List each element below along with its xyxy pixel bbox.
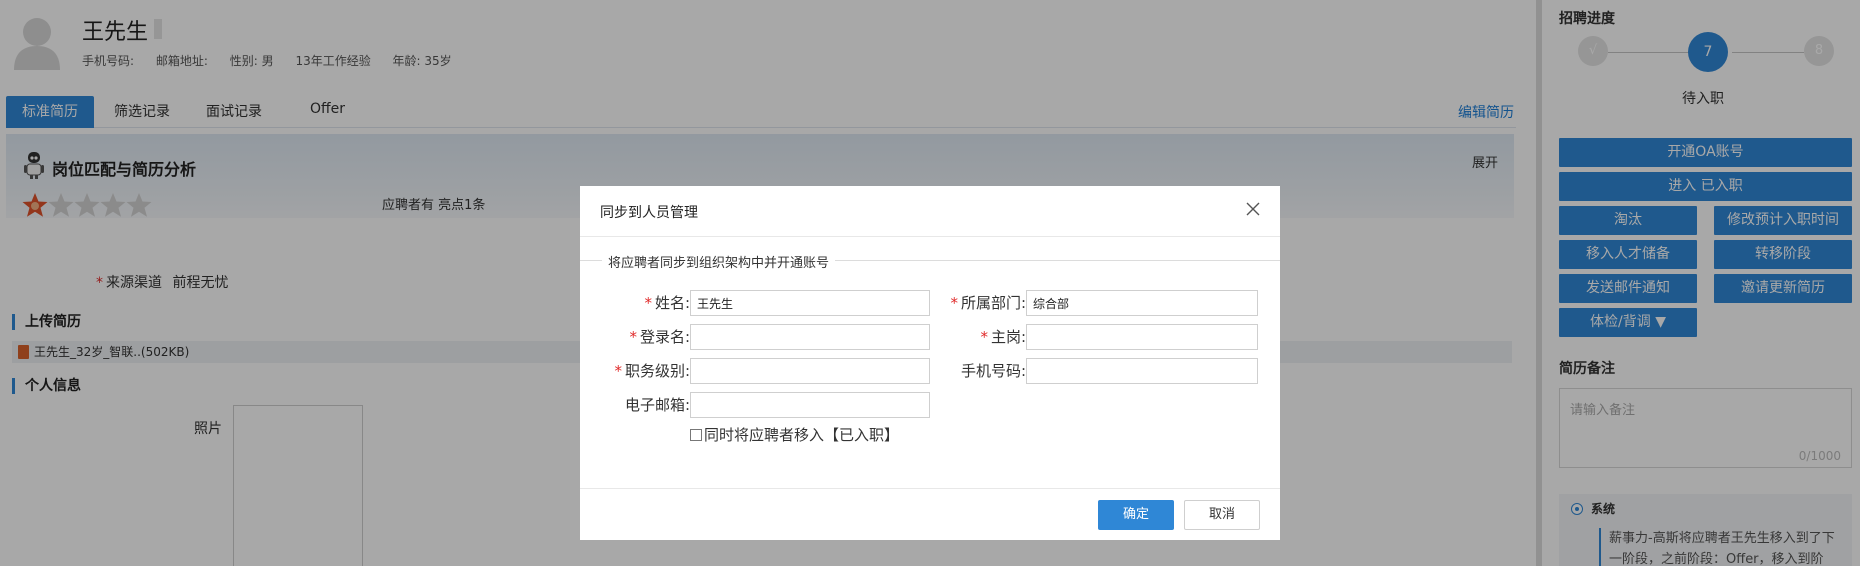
post-field[interactable] — [1026, 324, 1258, 350]
name-label: * 姓名: — [580, 292, 690, 313]
name-label-text: 姓名: — [654, 294, 690, 312]
phone-label-text: 手机号码: — [960, 362, 1026, 380]
move-onboarded-label[interactable]: 同时将应聘者移入【已入职】 — [704, 426, 899, 444]
email-label-text: 电子邮箱: — [624, 396, 690, 414]
post-label: * 主岗: — [916, 326, 1026, 347]
dept-field[interactable] — [1026, 290, 1258, 316]
required-asterisk: * — [980, 328, 988, 346]
required-asterisk: * — [614, 362, 622, 380]
page: 王先生 手机号码: 邮箱地址: 性别: 男 13年工作经验 年龄: 35岁 标准… — [0, 0, 1860, 566]
login-label: * 登录名: — [580, 326, 690, 347]
email-field[interactable] — [690, 392, 930, 418]
required-asterisk: * — [629, 328, 637, 346]
move-onboarded-checkbox[interactable] — [690, 429, 702, 441]
rank-label-text: 职务级别: — [624, 362, 690, 380]
dialog-divider — [580, 236, 1280, 237]
login-field[interactable] — [690, 324, 930, 350]
footer-divider — [580, 488, 1280, 489]
required-asterisk: * — [950, 294, 958, 312]
required-asterisk: * — [644, 294, 652, 312]
move-onboarded-option[interactable]: 同时将应聘者移入【已入职】 — [690, 424, 899, 445]
login-label-text: 登录名: — [639, 328, 690, 346]
dept-label-text: 所属部门: — [960, 294, 1026, 312]
phone-label: 手机号码: — [916, 360, 1026, 381]
dept-label: * 所属部门: — [916, 292, 1026, 313]
phone-field[interactable] — [1026, 358, 1258, 384]
sync-dialog: 同步到人员管理 将应聘者同步到组织架构中并开通账号 *姓名: *登录名: *职务… — [580, 186, 1280, 540]
confirm-button[interactable]: 确定 — [1098, 500, 1174, 530]
close-icon[interactable] — [1244, 200, 1262, 218]
rank-label: * 职务级别: — [580, 360, 690, 381]
rank-field[interactable] — [690, 358, 930, 384]
dialog-title: 同步到人员管理 — [600, 205, 698, 221]
fieldset-legend: 将应聘者同步到组织架构中并开通账号 — [602, 252, 836, 271]
cancel-button[interactable]: 取消 — [1184, 500, 1260, 530]
email-label: 电子邮箱: — [580, 394, 690, 415]
name-field[interactable] — [690, 290, 930, 316]
post-label-text: 主岗: — [990, 328, 1026, 346]
